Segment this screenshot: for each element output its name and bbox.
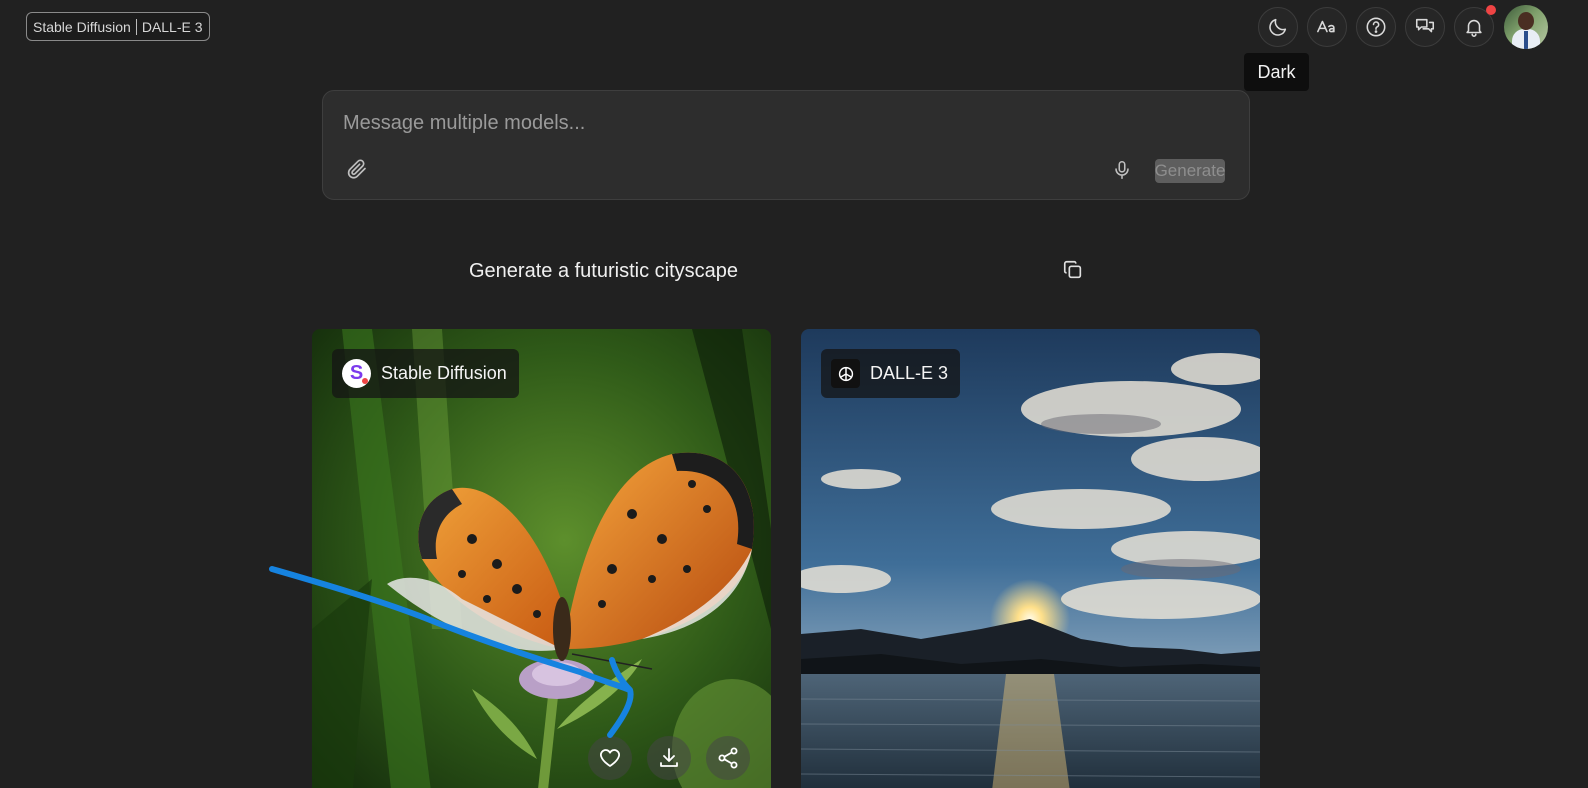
selected-models-pill[interactable]: Stable Diffusion DALL-E 3 [26, 12, 210, 41]
share-icon [718, 747, 738, 769]
font-size-button[interactable] [1307, 7, 1347, 47]
chat-icon [1415, 18, 1435, 33]
like-button[interactable] [588, 736, 632, 780]
top-actions [1258, 5, 1548, 49]
font-size-icon [1317, 20, 1335, 33]
message-input[interactable]: Message multiple models... [343, 112, 585, 135]
help-icon [1366, 17, 1386, 37]
message-composer[interactable]: Message multiple models... Generate [322, 90, 1250, 200]
theme-toggle-button[interactable] [1258, 7, 1298, 47]
notifications-button[interactable] [1454, 5, 1496, 47]
model-badge-label: Stable Diffusion [381, 363, 507, 383]
chat-button[interactable] [1405, 7, 1445, 47]
paperclip-icon[interactable] [345, 157, 369, 181]
result-card-dalle-3[interactable]: DALL-E 3 [801, 329, 1260, 788]
model-name-dalle: DALL-E 3 [141, 18, 203, 35]
generate-button[interactable]: Generate [1155, 159, 1225, 183]
notification-dot [1486, 5, 1496, 15]
heart-icon [600, 749, 620, 767]
result-card-stable-diffusion[interactable]: S Stable Diffusion [312, 329, 771, 788]
moon-icon [1269, 18, 1287, 36]
model-badge-dalle-3: DALL-E 3 [821, 349, 961, 398]
model-separator [135, 18, 137, 35]
theme-tooltip: Dark [1244, 53, 1309, 91]
download-button[interactable] [647, 736, 691, 780]
help-button[interactable] [1356, 7, 1396, 47]
copy-prompt-button[interactable] [1062, 259, 1084, 281]
copy-icon [1063, 260, 1082, 279]
model-badge-label: DALL-E 3 [870, 363, 949, 383]
avatar-tie [1524, 31, 1528, 49]
microphone-icon[interactable] [1111, 159, 1133, 181]
avatar[interactable] [1504, 5, 1548, 49]
card-actions [588, 736, 750, 780]
prompt-text: Generate a futuristic cityscape [469, 260, 739, 282]
avatar-head [1518, 12, 1534, 30]
model-name-stable-diffusion: Stable Diffusion [33, 18, 131, 35]
download-icon [660, 748, 678, 767]
openai-logo-icon [831, 359, 860, 388]
stable-diffusion-logo-icon: S [342, 359, 371, 388]
model-badge-stable-diffusion: S Stable Diffusion [332, 349, 519, 398]
bell-icon [1466, 19, 1482, 37]
share-button[interactable] [706, 736, 750, 780]
